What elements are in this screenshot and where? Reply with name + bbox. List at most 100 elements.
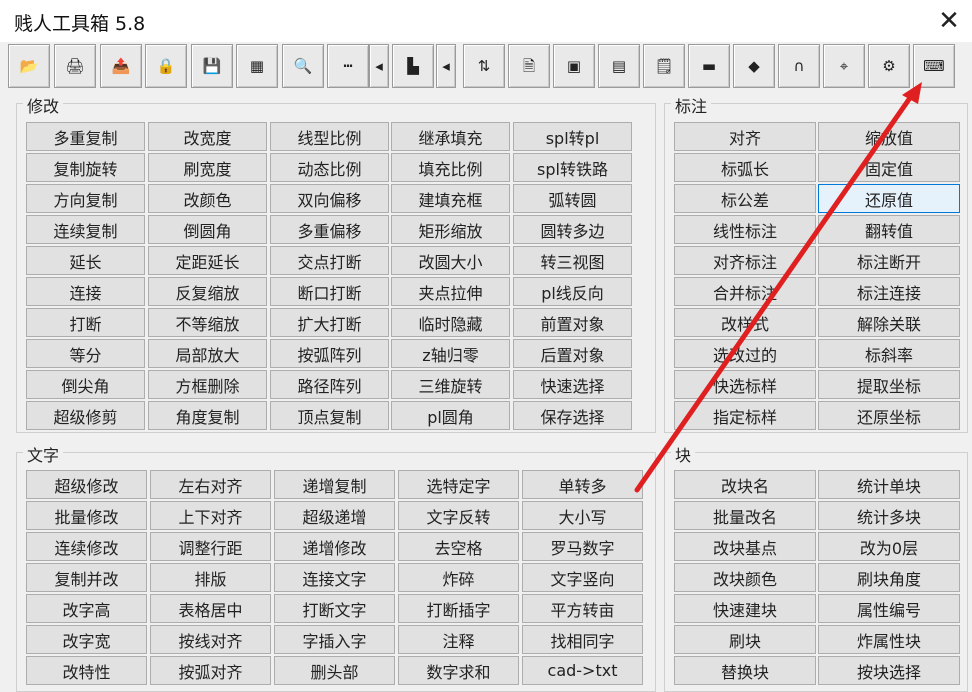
toolbar-button-1[interactable]: 📂: [8, 44, 50, 88]
modify-button[interactable]: pl线反向: [513, 277, 632, 306]
modify-button[interactable]: spl转pl: [513, 122, 632, 151]
modify-button[interactable]: 连续复制: [26, 215, 145, 244]
dimension-button[interactable]: 固定值: [818, 153, 960, 182]
block-button[interactable]: 刷块: [674, 625, 816, 654]
block-button[interactable]: 改块颜色: [674, 563, 816, 592]
dimension-button[interactable]: 还原值: [818, 184, 960, 213]
modify-button[interactable]: 矩形缩放: [391, 215, 510, 244]
text-button[interactable]: 递增修改: [274, 532, 395, 561]
text-button[interactable]: 超级递增: [274, 501, 395, 530]
modify-button[interactable]: 多重偏移: [270, 215, 389, 244]
block-button[interactable]: 统计单块: [818, 470, 960, 499]
modify-button[interactable]: 方框删除: [148, 370, 267, 399]
toolbar-button-15[interactable]: ▤: [598, 44, 640, 88]
modify-button[interactable]: 转三视图: [513, 246, 632, 275]
modify-button[interactable]: 双向偏移: [270, 184, 389, 213]
modify-button[interactable]: 按弧阵列: [270, 339, 389, 368]
modify-button[interactable]: 反复缩放: [148, 277, 267, 306]
text-button[interactable]: 单转多: [522, 470, 643, 499]
toolbar-button-17[interactable]: ▬: [688, 44, 730, 88]
text-button[interactable]: 注释: [398, 625, 519, 654]
modify-button[interactable]: spl转铁路: [513, 153, 632, 182]
toolbar-button-19[interactable]: ∩: [778, 44, 820, 88]
toolbar-button-11[interactable]: ◂: [436, 44, 456, 88]
text-button[interactable]: 文字反转: [398, 501, 519, 530]
dimension-button[interactable]: 提取坐标: [818, 370, 960, 399]
modify-button[interactable]: 倒圆角: [148, 215, 267, 244]
modify-button[interactable]: 保存选择: [513, 401, 632, 430]
text-button[interactable]: 选特定字: [398, 470, 519, 499]
modify-button[interactable]: 顶点复制: [270, 401, 389, 430]
modify-button[interactable]: 倒尖角: [26, 370, 145, 399]
modify-button[interactable]: 不等缩放: [148, 308, 267, 337]
text-button[interactable]: 表格居中: [150, 594, 271, 623]
text-button[interactable]: 找相同字: [522, 625, 643, 654]
toolbar-button-14[interactable]: ▣: [553, 44, 595, 88]
text-button[interactable]: 字插入字: [274, 625, 395, 654]
modify-button[interactable]: 延长: [26, 246, 145, 275]
dimension-button[interactable]: 标公差: [674, 184, 816, 213]
text-button[interactable]: 递增复制: [274, 470, 395, 499]
text-button[interactable]: 批量修改: [26, 501, 147, 530]
toolbar-button-7[interactable]: 🔍: [282, 44, 324, 88]
dimension-button[interactable]: 线性标注: [674, 215, 816, 244]
text-button[interactable]: 排版: [150, 563, 271, 592]
toolbar-button-12[interactable]: ⇅: [463, 44, 505, 88]
toolbar-button-22[interactable]: ⌨: [913, 44, 955, 88]
block-button[interactable]: 快速建块: [674, 594, 816, 623]
block-button[interactable]: 替换块: [674, 656, 816, 685]
text-button[interactable]: cad->txt: [522, 656, 643, 685]
text-button[interactable]: 左右对齐: [150, 470, 271, 499]
block-button[interactable]: 炸属性块: [818, 625, 960, 654]
toolbar-button-20[interactable]: ⌖: [823, 44, 865, 88]
block-button[interactable]: 按块选择: [818, 656, 960, 685]
text-button[interactable]: 超级修改: [26, 470, 147, 499]
modify-button[interactable]: 刷宽度: [148, 153, 267, 182]
close-icon[interactable]: ✕: [926, 0, 972, 42]
text-button[interactable]: 文字竖向: [522, 563, 643, 592]
modify-button[interactable]: 改宽度: [148, 122, 267, 151]
block-button[interactable]: 改块基点: [674, 532, 816, 561]
modify-button[interactable]: 连接: [26, 277, 145, 306]
dimension-button[interactable]: 标弧长: [674, 153, 816, 182]
toolbar-button-10[interactable]: ▙: [392, 44, 434, 88]
toolbar-button-2[interactable]: 🖨: [54, 44, 96, 88]
modify-button[interactable]: 打断: [26, 308, 145, 337]
modify-button[interactable]: 路径阵列: [270, 370, 389, 399]
modify-button[interactable]: 交点打断: [270, 246, 389, 275]
block-button[interactable]: 刷块角度: [818, 563, 960, 592]
text-button[interactable]: 炸碎: [398, 563, 519, 592]
modify-button[interactable]: 角度复制: [148, 401, 267, 430]
dimension-button[interactable]: 快选标样: [674, 370, 816, 399]
dimension-button[interactable]: 标注连接: [818, 277, 960, 306]
modify-button[interactable]: 多重复制: [26, 122, 145, 151]
modify-button[interactable]: 方向复制: [26, 184, 145, 213]
block-button[interactable]: 改块名: [674, 470, 816, 499]
dimension-button[interactable]: 还原坐标: [818, 401, 960, 430]
text-button[interactable]: 罗马数字: [522, 532, 643, 561]
modify-button[interactable]: 前置对象: [513, 308, 632, 337]
dimension-button[interactable]: 解除关联: [818, 308, 960, 337]
dimension-button[interactable]: 缩放值: [818, 122, 960, 151]
block-button[interactable]: 改为0层: [818, 532, 960, 561]
toolbar-button-5[interactable]: 💾: [191, 44, 233, 88]
text-button[interactable]: 按弧对齐: [150, 656, 271, 685]
modify-button[interactable]: 建填充框: [391, 184, 510, 213]
text-button[interactable]: 连续修改: [26, 532, 147, 561]
modify-button[interactable]: 改圆大小: [391, 246, 510, 275]
text-button[interactable]: 数字求和: [398, 656, 519, 685]
modify-button[interactable]: 后置对象: [513, 339, 632, 368]
block-button[interactable]: 属性编号: [818, 594, 960, 623]
text-button[interactable]: 复制并改: [26, 563, 147, 592]
toolbar-button-21[interactable]: ⚙: [868, 44, 910, 88]
modify-button[interactable]: 夹点拉伸: [391, 277, 510, 306]
text-button[interactable]: 去空格: [398, 532, 519, 561]
dimension-button[interactable]: 标斜率: [818, 339, 960, 368]
text-button[interactable]: 改字高: [26, 594, 147, 623]
block-button[interactable]: 统计多块: [818, 501, 960, 530]
text-button[interactable]: 上下对齐: [150, 501, 271, 530]
text-button[interactable]: 按线对齐: [150, 625, 271, 654]
modify-button[interactable]: 弧转圆: [513, 184, 632, 213]
toolbar-button-4[interactable]: 🔒: [145, 44, 187, 88]
modify-button[interactable]: z轴归零: [391, 339, 510, 368]
